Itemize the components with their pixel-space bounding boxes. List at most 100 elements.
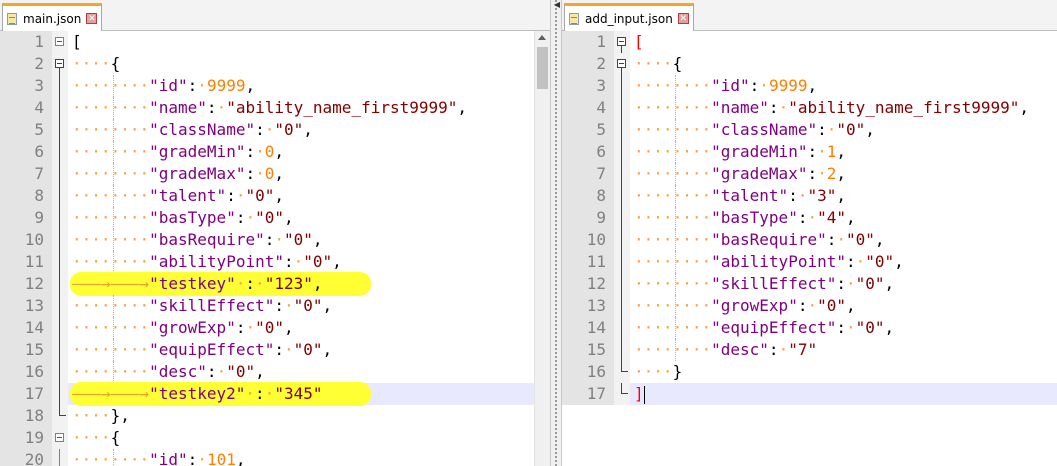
code-line[interactable]: 5 ········"className":·"0", [562, 119, 1057, 141]
code-line[interactable]: 9 ········"basType":·"0", [0, 207, 550, 229]
code-line[interactable]: 19 ····{ [0, 427, 550, 449]
code-line[interactable]: 6 ········"gradeMin":·1, [562, 141, 1057, 163]
code-line[interactable]: 14 ········"equipEffect":·"0", [562, 317, 1057, 339]
collapse-arrow-icon[interactable]: ◀ [552, 0, 562, 10]
line-number: 1 [596, 32, 606, 51]
code-line[interactable]: 11 ········"abilityPoint":·"0", [0, 251, 550, 273]
code-text[interactable]: ········"id":·101, [72, 449, 245, 466]
code-text[interactable]: ········"name":·"ability_name_first9999"… [634, 97, 1029, 119]
code-text[interactable]: ········"desc":·"0", [72, 361, 265, 383]
code-text[interactable]: ········"id":·9999, [72, 75, 255, 97]
code-line[interactable]: 2 ····{ [0, 53, 550, 75]
code-line[interactable]: 11 ········"abilityPoint":·"0", [562, 251, 1057, 273]
code-line[interactable]: 16 ········"desc":·"0", [0, 361, 550, 383]
code-line[interactable]: 12 ———→———→"testkey"·:·"123", [0, 272, 550, 296]
code-line[interactable]: 15 ········"equipEffect":·"0", [0, 339, 550, 361]
code-text[interactable]: ····{ [72, 53, 120, 75]
code-text[interactable]: ········"className":·"0", [72, 119, 313, 141]
code-text[interactable]: ········"basRequire":·"0", [72, 229, 323, 251]
code-line[interactable]: 17] [562, 383, 1057, 405]
line-number: 8 [34, 186, 44, 205]
code-line[interactable]: 3 ········"id":·9999, [0, 75, 550, 97]
code-text[interactable]: ········"growExp":·"0", [634, 295, 856, 317]
code-text[interactable]: [ [634, 31, 644, 53]
code-text[interactable]: ····} [634, 361, 682, 383]
code-text[interactable]: ········"id":·9999, [634, 75, 817, 97]
fold-line [621, 185, 622, 207]
code-text[interactable]: [ [72, 31, 82, 53]
code-editor[interactable]: 1[2 ····{3 ········"id":·9999, 4 ········"na… [562, 31, 1057, 466]
code-line[interactable]: 2 ····{ [562, 53, 1057, 75]
code-text[interactable]: ········"desc":·"7" [634, 339, 817, 361]
code-line[interactable]: 1[ [0, 31, 550, 53]
code-line[interactable]: 7 ········"gradeMax":·0, [0, 163, 550, 185]
tab-main-json[interactable]: main.json ✕ [2, 3, 103, 31]
code-text[interactable]: ———→———→"testkey2"·:·"345" [72, 383, 322, 405]
fold-minus-icon[interactable] [55, 433, 64, 442]
close-icon[interactable]: ✕ [677, 13, 689, 24]
code-text[interactable]: ········"gradeMax":·2, [634, 163, 846, 185]
code-line[interactable]: 10 ········"basRequire":·"0", [0, 229, 550, 251]
code-text[interactable]: ········"gradeMin":·0, [72, 141, 284, 163]
code-text[interactable]: ····}, [72, 405, 130, 427]
line-number-gutter: 8 [562, 185, 614, 207]
code-line[interactable]: 13 ········"skillEffect":·"0", [0, 295, 550, 317]
code-line[interactable]: 16 ····} [562, 361, 1057, 383]
line-number-gutter: 8 [0, 185, 52, 207]
code-text[interactable]: ········"basType":·"4", [634, 207, 856, 229]
code-line[interactable]: 1[ [562, 31, 1057, 53]
code-line[interactable]: 13 ········"growExp":·"0", [562, 295, 1057, 317]
code-text[interactable]: ———→———→"testkey"·:·"123", [72, 273, 323, 295]
code-line[interactable]: 20 ········"id":·101, [0, 449, 550, 466]
line-number-gutter: 1 [562, 31, 614, 53]
code-line[interactable]: 4 ········"name":·"ability_name_first9999… [562, 97, 1057, 119]
code-line[interactable]: 4 ········"name":·"ability_name_first9999… [0, 97, 550, 119]
scroll-up-arrow-icon[interactable] [538, 35, 546, 40]
code-text[interactable]: ····{ [634, 53, 682, 75]
code-text[interactable]: ········"talent":·"3", [634, 185, 846, 207]
code-text[interactable]: ········"growExp":·"0", [72, 317, 294, 339]
fold-minus-icon[interactable] [55, 59, 64, 68]
code-text[interactable]: ········"gradeMin":·1, [634, 141, 846, 163]
code-line[interactable]: 8 ········"talent":·"0", [0, 185, 550, 207]
code-text[interactable]: ········"abilityPoint":·"0", [72, 251, 342, 273]
left-editor-pane[interactable]: main.json ✕ 1[2 ····{3 ········"id":·9999,… [0, 0, 550, 466]
code-line[interactable]: 5 ········"className":·"0", [0, 119, 550, 141]
code-line[interactable]: 14 ········"growExp":·"0", [0, 317, 550, 339]
code-line[interactable]: 17 ———→———→"testkey2"·:·"345" [0, 382, 550, 406]
close-icon[interactable]: ✕ [86, 13, 98, 24]
code-text[interactable]: ········"name":·"ability_name_first9999"… [72, 97, 467, 119]
code-line[interactable]: 10 ········"basRequire":·"0", [562, 229, 1057, 251]
code-text[interactable]: ········"equipEffect":·"0", [72, 339, 332, 361]
code-text[interactable]: ········"equipEffect":·"0", [634, 317, 894, 339]
fold-minus-icon[interactable] [617, 37, 626, 46]
fold-minus-icon[interactable] [617, 59, 626, 68]
code-line[interactable]: 8 ········"talent":·"3", [562, 185, 1057, 207]
code-text[interactable]: ········"className":·"0", [634, 119, 875, 141]
tab-add-input-json[interactable]: add_input.json ✕ [564, 3, 694, 31]
code-line[interactable]: 3 ········"id":·9999, [562, 75, 1057, 97]
code-line[interactable]: 7 ········"gradeMax":·2, [562, 163, 1057, 185]
code-line[interactable]: 9 ········"basType":·"4", [562, 207, 1057, 229]
code-text[interactable]: ········"abilityPoint":·"0", [634, 251, 904, 273]
code-text[interactable]: ········"basRequire":·"0", [634, 229, 885, 251]
fold-minus-icon[interactable] [55, 37, 64, 46]
code-line[interactable]: 18 ····}, [0, 405, 550, 427]
code-text[interactable]: ········"talent":·"0", [72, 185, 284, 207]
fold-margin [614, 163, 630, 185]
pane-splitter[interactable]: ◀ [550, 0, 562, 466]
code-text[interactable]: ] [634, 383, 645, 405]
vertical-scrollbar[interactable] [534, 31, 550, 466]
code-editor[interactable]: 1[2 ····{3 ········"id":·9999, 4 ········"na… [0, 31, 550, 466]
right-editor-pane[interactable]: add_input.json ✕ 1[2 ····{3 ········"id":·… [562, 0, 1057, 466]
line-number-gutter: 4 [562, 97, 614, 119]
code-text[interactable]: ········"gradeMax":·0, [72, 163, 284, 185]
code-text[interactable]: ········"basType":·"0", [72, 207, 294, 229]
code-text[interactable]: ········"skillEffect":·"0", [634, 273, 894, 295]
code-text[interactable]: ····{ [72, 427, 120, 449]
code-line[interactable]: 6 ········"gradeMin":·0, [0, 141, 550, 163]
code-text[interactable]: ········"skillEffect":·"0", [72, 295, 332, 317]
scroll-thumb[interactable] [537, 47, 548, 89]
code-line[interactable]: 15 ········"desc":·"7" [562, 339, 1057, 361]
code-line[interactable]: 12 ········"skillEffect":·"0", [562, 273, 1057, 295]
